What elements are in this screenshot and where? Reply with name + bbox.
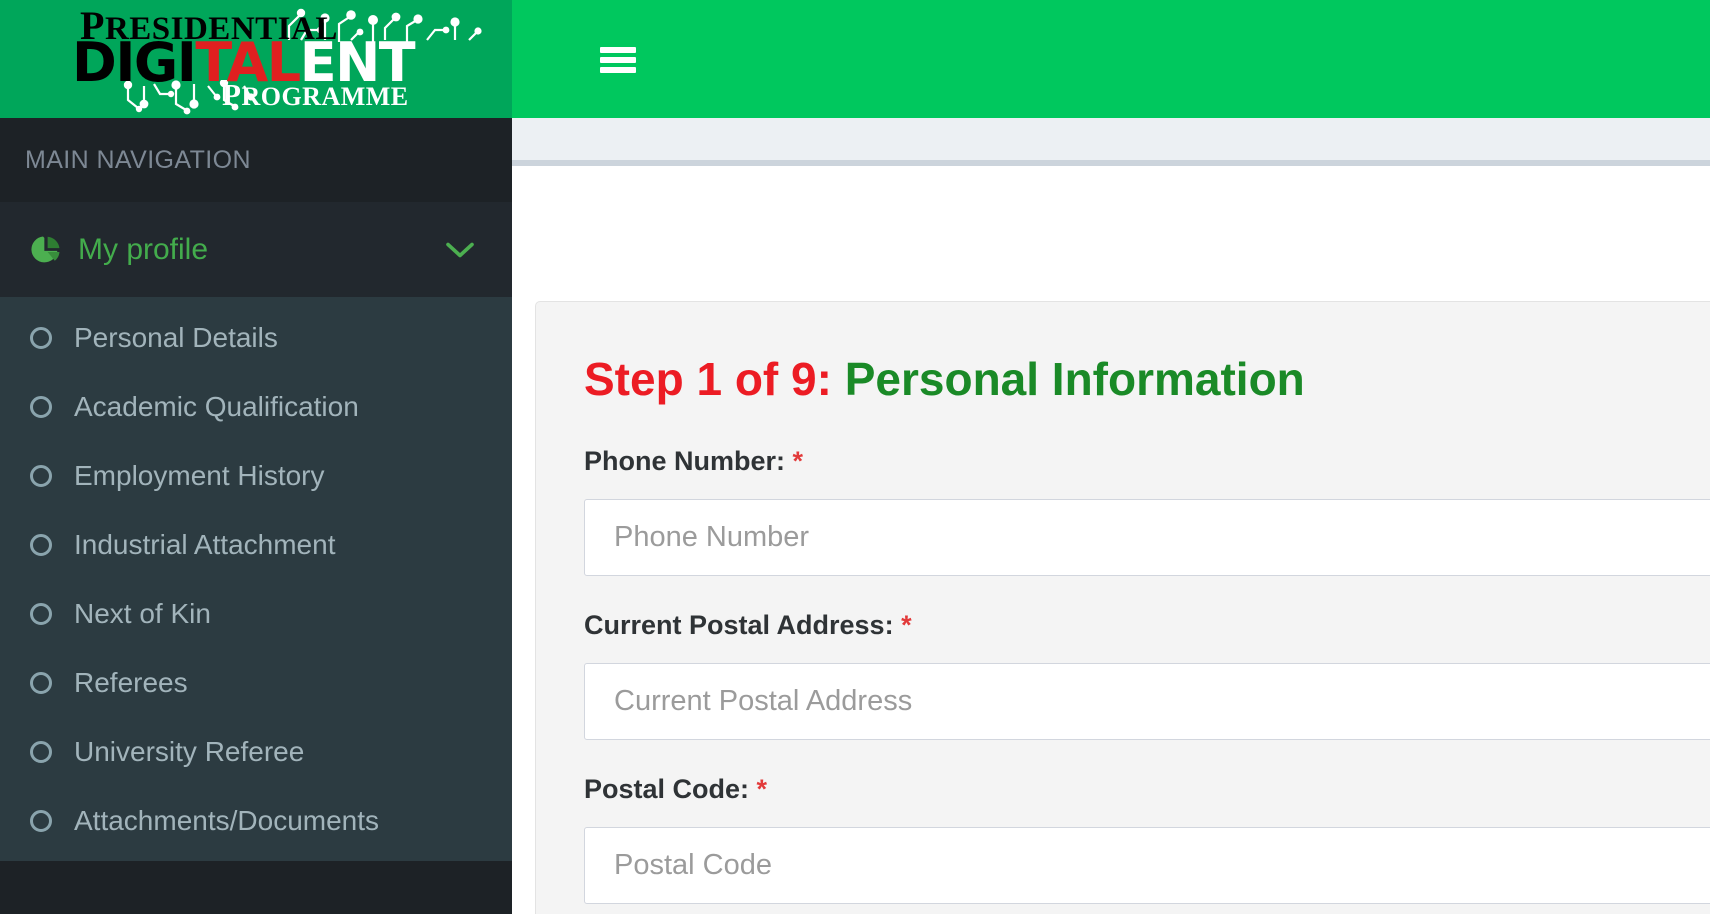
logo-text-programme: PROGRAMME [222,77,409,112]
sidebar-item-label: Attachments/Documents [74,804,380,836]
breadcrumb [512,118,1710,166]
current-postal-address-label: Current Postal Address: * [584,610,1710,641]
sidebar-item-label: My profile [78,232,209,266]
postal-code-label: Postal Code: * [584,774,1710,805]
phone-number-input[interactable] [584,499,1710,576]
hamburger-menu-icon[interactable] [600,47,636,73]
sidebar-item-label: Personal Details [74,321,278,353]
label-text: Phone Number: [584,446,786,476]
sidebar-item-next-of-kin[interactable]: Next of Kin [0,579,512,648]
circle-icon [30,326,52,349]
circle-icon [30,533,52,556]
pie-chart-icon [31,236,60,263]
circle-icon [30,464,52,487]
sidebar-item-employment-history[interactable]: Employment History [0,441,512,510]
page-title: Step 1 of 9: Personal Information [584,350,1710,408]
phone-number-label: Phone Number: * [584,446,1710,477]
sidebar-item-label: Employment History [74,459,325,491]
logo-digi: DIGI [72,31,197,94]
required-marker: * [901,610,912,640]
required-marker: * [756,774,768,804]
brand-logo-panel[interactable]: PRESIDENTIAL DIGITALENT PROGRAMME [0,0,512,118]
step-title: Personal Information [831,353,1305,405]
personal-information-form-card: Step 1 of 9: Personal Information Phone … [535,301,1710,914]
brand-logo: PRESIDENTIAL DIGITALENT PROGRAMME [72,6,492,115]
sidebar-item-label: Academic Qualification [74,390,359,422]
sidebar-item-label: University Referee [74,735,305,767]
circle-icon [30,395,52,418]
step-counter: Step 1 of 9: [584,353,832,405]
form-field-postal-code: Postal Code: * [584,774,1710,904]
sidebar-item-label: Next of Kin [74,597,211,629]
sidebar-item-academic-qualification[interactable]: Academic Qualification [0,372,512,441]
circle-icon [30,809,52,832]
sidebar-item-industrial-attachment[interactable]: Industrial Attachment [0,510,512,579]
sidebar-item-my-profile[interactable]: My profile [0,202,512,297]
hamburger-bar [600,67,636,73]
sidebar-item-label: Referees [74,666,188,698]
circle-icon [30,602,52,625]
sidebar-item-attachments-documents[interactable]: Attachments/Documents [0,786,512,855]
sidebar-submenu: Personal Details Academic Qualification … [0,297,512,861]
form-field-current-postal-address: Current Postal Address: * [584,610,1710,740]
chevron-down-icon[interactable] [446,241,474,258]
sidebar-section-title: MAIN NAVIGATION [0,118,512,202]
sidebar: PRESIDENTIAL DIGITALENT PROGRAMME MAIN N… [0,0,512,914]
sidebar-item-label: Industrial Attachment [74,528,336,560]
form-field-phone-number: Phone Number: * [584,446,1710,576]
top-header-bar [512,0,1710,118]
app-root: PRESIDENTIAL DIGITALENT PROGRAMME MAIN N… [0,0,1710,914]
required-marker: * [792,446,804,476]
circle-icon [30,671,52,694]
postal-code-input[interactable] [584,827,1710,904]
hamburger-bar [600,47,636,53]
page-content: Step 1 of 9: Personal Information Phone … [512,166,1710,914]
main-area: Step 1 of 9: Personal Information Phone … [512,0,1710,914]
label-text: Postal Code: [584,774,750,804]
circle-icon [30,740,52,763]
sidebar-item-university-referee[interactable]: University Referee [0,717,512,786]
current-postal-address-input[interactable] [584,663,1710,740]
sidebar-item-referees[interactable]: Referees [0,648,512,717]
hamburger-bar [600,57,636,63]
label-text: Current Postal Address: [584,610,894,640]
sidebar-item-personal-details[interactable]: Personal Details [0,303,512,372]
